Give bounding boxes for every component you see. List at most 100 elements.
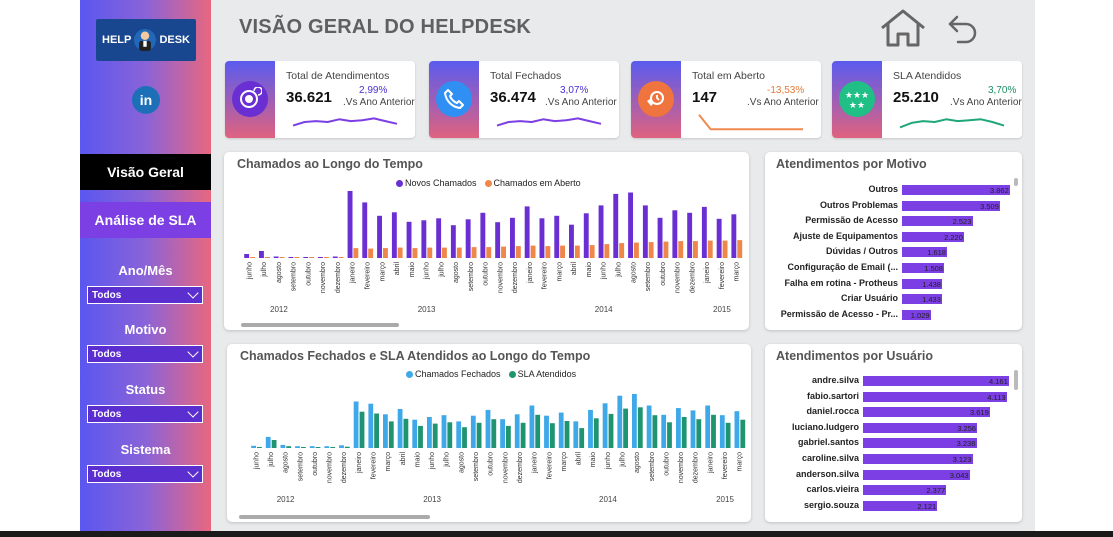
chart-bar: [520, 422, 526, 448]
chart-bar: [462, 427, 467, 448]
x-tick-label: dezembro: [693, 452, 700, 483]
kpi-title: Total em Aberto: [692, 70, 765, 82]
chart-bar: [251, 445, 256, 448]
bar-category-label: fabio.sartori: [806, 390, 859, 401]
bar-value-label: 1.433: [922, 295, 941, 305]
chart-bar: [271, 440, 277, 448]
chart-chamados-svg: junho julho agosto setembro outubro novembro d…: [244, 191, 743, 314]
chart-motivo-card: Atendimentos por Motivo Outros 3.862 Outro…: [765, 152, 1022, 330]
x-tick-label: novembro: [497, 262, 504, 293]
nav-analise-sla-label: Análise de SLA: [94, 212, 197, 228]
chart-bar: [383, 248, 388, 258]
vertical-scrollbar[interactable]: [1014, 178, 1018, 186]
chart-bar: [687, 212, 693, 258]
undo-arrow-icon[interactable]: [945, 10, 981, 46]
page: HELP DESK in Visão Geral Análise de SLA …: [0, 0, 1113, 537]
chart-bar: [471, 247, 477, 258]
x-tick-label: fevereiro: [546, 452, 553, 479]
kpi-pct: 3,07%: [560, 85, 589, 96]
bar-value-label: 3.043: [949, 470, 969, 480]
right-margin: [1035, 0, 1113, 537]
chart-bar: [259, 251, 264, 258]
x-tick-label: março: [385, 452, 392, 472]
x-tick-label: junho: [605, 452, 612, 470]
filter-select-status[interactable]: Todos: [87, 405, 203, 423]
chart-bar: [318, 257, 323, 258]
chart-bar: [309, 257, 314, 258]
chart-bar: [604, 244, 610, 258]
chart-horizontal-scrollbar[interactable]: [241, 323, 399, 327]
kpi-title: Total Fechados: [490, 70, 562, 82]
x-tick-label: maio: [409, 262, 416, 277]
x-tick-label: junho: [246, 262, 253, 280]
home-icon[interactable]: [879, 8, 927, 48]
x-tick-label: junho: [253, 452, 260, 470]
linkedin-icon[interactable]: in: [132, 86, 160, 114]
x-tick-label: julho: [444, 452, 451, 468]
chart-bar: [280, 444, 286, 448]
kpi-vs-label: .Vs Ano Anterior: [545, 97, 617, 108]
chart-bar: [480, 212, 486, 258]
x-tick-label: janeiro: [356, 452, 363, 474]
chart-bar: [690, 410, 696, 448]
filter-label-ano-mes: Ano/Mês: [118, 263, 173, 278]
chart-horizontal-scrollbar[interactable]: [239, 515, 430, 519]
kpi-vs-label: .Vs Ano Anterior: [747, 97, 819, 108]
year-label: 2015: [713, 305, 731, 314]
left-margin: [0, 0, 80, 537]
chart-bar: [652, 415, 658, 448]
svg-text:★★: ★★: [849, 101, 865, 111]
x-tick-label: janeiro: [532, 452, 539, 474]
chart-bar: [719, 415, 725, 448]
chart-bar: [642, 205, 648, 258]
sparkline-path: [899, 118, 1005, 129]
kpi-pct: 3,70%: [988, 85, 1017, 96]
page-title: VISÃO GERAL DO HELPDESK: [239, 16, 532, 38]
chart-bar: [309, 446, 315, 448]
bar-category-label: carlos.vieira: [806, 484, 859, 495]
chart-bar: [564, 421, 570, 448]
chart-chamados-card: Chamados ao Longo do Tempo Novos Chamado…: [224, 152, 749, 330]
chart-bar: [663, 241, 669, 258]
chart-bar: [330, 447, 336, 448]
x-tick-label: dezembro: [517, 452, 524, 483]
chart-bar: [731, 214, 737, 258]
chart-bar: [344, 446, 350, 448]
chart-bar: [558, 412, 564, 448]
kpi-value: 25.210: [893, 89, 939, 106]
chart-bar: [554, 215, 560, 258]
chart-bar: [501, 246, 506, 258]
x-tick-label: outubro: [483, 262, 490, 286]
chart-fechados-card: Chamados Fechados e SLA Atendidos ao Lon…: [227, 344, 751, 522]
bar-value-label: 1.508: [924, 264, 943, 273]
chart-bar: [544, 415, 549, 448]
x-tick-label: dezembro: [341, 452, 348, 483]
nav-visao-geral[interactable]: Visão Geral: [80, 154, 211, 190]
filter-select-ano-mes[interactable]: Todos: [87, 286, 203, 304]
chart-bar: [368, 403, 374, 448]
filter-select-sistema[interactable]: Todos: [87, 465, 203, 483]
x-tick-label: dezembro: [512, 262, 519, 293]
x-tick-label: setembro: [649, 452, 656, 481]
chart-bar: [569, 224, 574, 258]
chart-bar: [524, 206, 530, 258]
svg-text:★★★: ★★★: [845, 91, 869, 101]
x-tick-label: janeiro: [350, 262, 357, 284]
bar-category-label: Configuração de Email (...: [787, 262, 898, 272]
chart-bar: [722, 240, 728, 258]
chart-bar: [619, 243, 625, 258]
chart-bar: [560, 245, 565, 258]
chart-bar: [323, 257, 329, 258]
nav-analise-sla[interactable]: Análise de SLA: [80, 202, 211, 238]
chart-bar: [338, 257, 344, 258]
kpi-value: 36.474: [490, 89, 536, 106]
chart-bar: [403, 418, 409, 448]
kpi-sparkline: [899, 118, 1005, 129]
bar-category-label: Ajuste de Equipamentos: [792, 230, 898, 241]
chart-bar: [295, 446, 300, 448]
filter-select-motivo[interactable]: Todos: [87, 345, 203, 363]
vertical-scrollbar[interactable]: [1014, 370, 1018, 390]
chart-bar: [412, 419, 418, 448]
bar-category-label: daniel.rocca: [806, 406, 859, 417]
chart-bar: [539, 218, 545, 258]
